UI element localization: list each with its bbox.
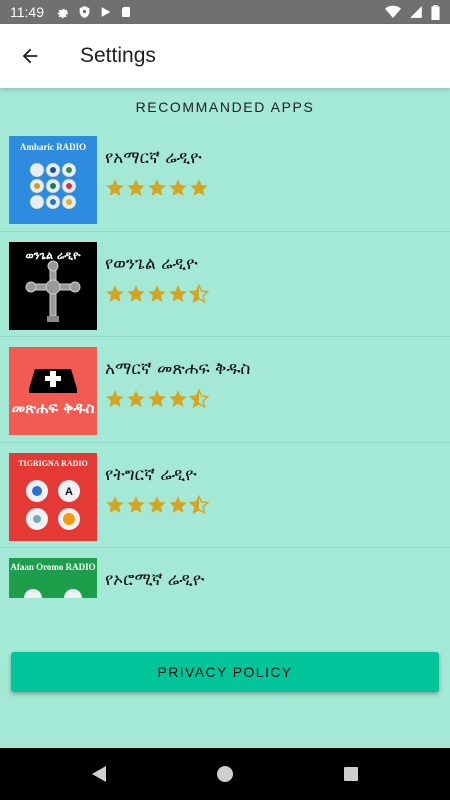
star-full-icon [127,495,145,513]
app-name: የወንጌል ሬዲዮ [105,253,198,274]
circle-home-icon [217,766,233,782]
list-item-app-1[interactable]: Amharic RADIO የአማርኛ ሬዲዮ [0,126,450,232]
thumb-label: Afaan Oromo RADIO [10,562,95,572]
star-half-icon [189,494,209,514]
app-name: አማርኛ መጽሐፍ ቅዱስ [105,359,251,379]
star-full-icon [106,390,124,407]
star-full-icon [169,284,187,302]
star-full-icon [127,390,145,407]
list-item-app-4[interactable]: TIGRIGNA RADIO A የትግርኛ ሬዲዮ [0,443,450,548]
rating-stars [105,389,209,409]
nav-home-button[interactable] [212,761,238,787]
nav-recents-button[interactable] [338,761,364,787]
wifi-icon [385,5,401,19]
app-icon-thumbnail: Amharic RADIO [9,136,97,224]
system-nav-bar [0,748,450,800]
privacy-policy-button[interactable]: PRIVACY POLICY [11,652,439,692]
shield-icon [78,5,91,19]
star-full-icon [148,284,166,302]
square-recents-icon [344,767,358,781]
rating-stars [105,178,209,198]
star-full-icon [169,495,187,513]
star-full-icon [127,179,145,196]
arrow-left-icon [22,48,38,64]
battery-icon [431,4,440,20]
star-full-icon [148,179,166,196]
thumb-label: ወንጌል ሬዲዮ [26,249,81,262]
thumb-label: መጽሐፍ ቅዱስ [11,399,95,417]
star-full-icon [148,495,166,513]
star-full-icon [169,179,187,196]
triangle-back-icon [92,766,106,782]
thumb-label: TIGRIGNA RADIO [18,459,88,468]
status-time: 11:49 [10,4,44,20]
sd-card-icon [120,5,132,19]
star-full-icon [106,179,124,196]
list-item-app-5[interactable]: Afaan Oromo RADIO የኦሮሚኛ ሬዲዮ [0,548,450,598]
app-name: የትግርኛ ሬዲዮ [105,464,197,485]
star-full-icon [106,495,124,513]
back-button[interactable] [2,28,58,84]
app-icon-thumbnail: መጽሐፍ ቅዱስ [9,347,97,435]
star-full-icon [127,284,145,302]
star-full-icon [148,390,166,407]
status-bar: 11:49 [0,0,450,24]
app-list[interactable]: Amharic RADIO የአማርኛ ሬዲዮ ወንጌል ሬዲዮ የወንጌል ሬ… [0,126,450,598]
app-icon-thumbnail: Afaan Oromo RADIO [9,558,97,598]
star-half-icon [189,283,209,303]
star-half-icon [189,389,209,409]
page-title: Settings [80,44,156,67]
signal-icon [409,5,423,19]
star-full-icon [106,284,124,302]
rating-stars [105,283,209,304]
app-icon-thumbnail: TIGRIGNA RADIO A [9,452,97,541]
app-icon-thumbnail: ወንጌል ሬዲዮ [9,241,97,330]
gear-icon [56,5,70,19]
nav-back-button[interactable] [86,761,112,787]
app-name: የኦሮሚኛ ሬዲዮ [105,570,205,590]
play-icon [99,5,112,19]
rating-stars [105,494,209,515]
section-title: RECOMMANDED APPS [135,99,315,115]
app-name: የአማርኛ ሬዲዮ [105,148,202,168]
list-item-app-2[interactable]: ወንጌል ሬዲዮ የወንጌል ሬዲዮ [0,232,450,337]
thumb-label: Amharic RADIO [20,142,86,152]
svg-text:A: A [65,486,73,498]
list-item-app-3[interactable]: መጽሐፍ ቅዱስ አማርኛ መጽሐፍ ቅዱስ [0,337,450,443]
app-bar: Settings [0,24,450,88]
star-full-icon [190,179,208,196]
star-full-icon [169,390,187,407]
